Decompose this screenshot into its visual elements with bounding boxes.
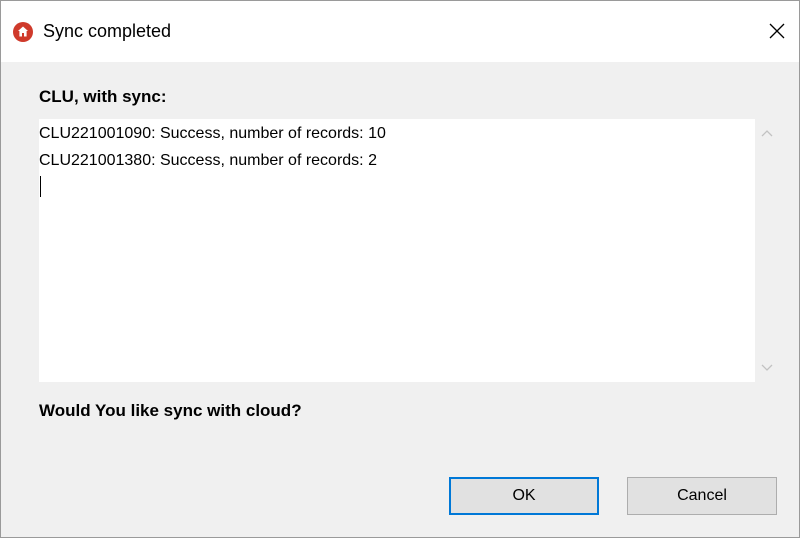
cancel-button[interactable]: Cancel [627, 477, 777, 515]
close-button[interactable] [759, 13, 795, 49]
home-icon [13, 22, 33, 42]
vertical-scrollbar[interactable] [755, 119, 779, 382]
ok-button[interactable]: OK [449, 477, 599, 515]
log-line: CLU221001090: Success, number of records… [39, 125, 386, 142]
scroll-down-arrow[interactable] [755, 356, 779, 380]
section-label: CLU, with sync: [39, 87, 167, 106]
text-caret [40, 176, 41, 197]
sync-log-textarea[interactable]: CLU221001090: Success, number of records… [39, 119, 755, 382]
log-line: CLU221001380: Success, number of records… [39, 152, 377, 169]
sync-question: Would You like sync with cloud? [39, 401, 302, 420]
title-bar[interactable]: Sync completed [1, 1, 799, 62]
window-title: Sync completed [43, 21, 172, 41]
scroll-up-arrow[interactable] [755, 121, 779, 145]
sync-dialog: Sync completed CLU, with sync: CLU221001… [0, 0, 800, 538]
